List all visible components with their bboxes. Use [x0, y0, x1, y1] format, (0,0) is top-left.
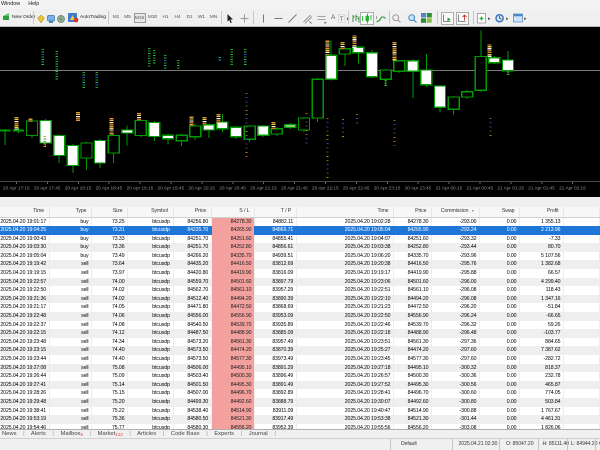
- svg-text:20 Apr 21:45: 20 Apr 21:45: [281, 186, 308, 191]
- svg-text:21 Apr 00:45: 21 Apr 00:45: [467, 186, 494, 191]
- svg-text:20 Apr 22:15: 20 Apr 22:15: [312, 186, 339, 191]
- svg-text:20 Apr 23:15: 20 Apr 23:15: [374, 186, 401, 191]
- svg-text:20 Apr 19:15: 20 Apr 19:15: [127, 186, 154, 191]
- svg-text:20 Apr 21:15: 20 Apr 21:15: [250, 186, 277, 191]
- svg-text:20 Apr 17:15: 20 Apr 17:15: [3, 186, 30, 191]
- svg-text:20 Apr 22:45: 20 Apr 22:45: [343, 186, 370, 191]
- svg-text:20 Apr 19:45: 20 Apr 19:45: [158, 186, 185, 191]
- svg-text:20 Apr 17:45: 20 Apr 17:45: [34, 186, 61, 191]
- svg-text:20 Apr 18:15: 20 Apr 18:15: [65, 186, 92, 191]
- svg-text:20 Apr 20:45: 20 Apr 20:45: [219, 186, 246, 191]
- svg-text:T: T: [340, 16, 344, 23]
- svg-text:20 Apr 20:15: 20 Apr 20:15: [188, 186, 215, 191]
- svg-text:21 Apr 02:15: 21 Apr 02:15: [559, 186, 586, 191]
- svg-text:21 Apr 01:15: 21 Apr 01:15: [497, 186, 524, 191]
- svg-text:21 Apr 01:45: 21 Apr 01:45: [528, 186, 555, 191]
- svg-text:20 Apr 18:45: 20 Apr 18:45: [96, 186, 123, 191]
- svg-text:20 Apr 23:45: 20 Apr 23:45: [405, 186, 432, 191]
- svg-text:21 Apr 00:15: 21 Apr 00:15: [436, 186, 463, 191]
